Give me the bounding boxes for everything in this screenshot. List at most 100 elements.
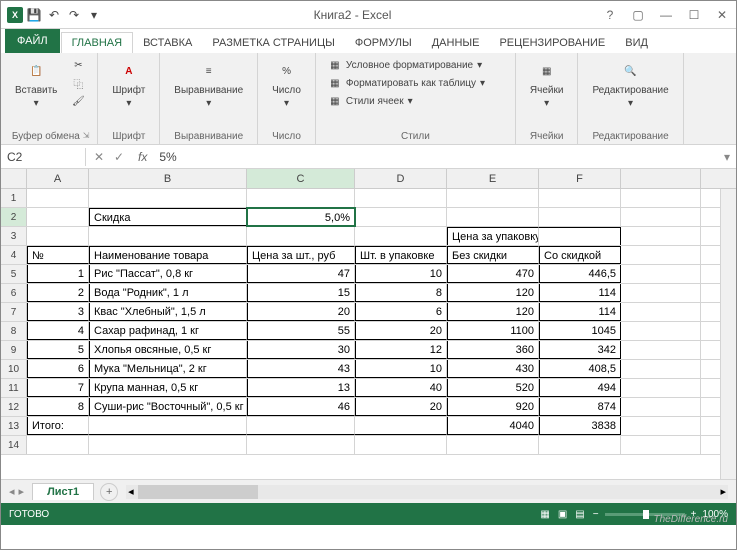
cell[interactable]: Со скидкой bbox=[539, 246, 621, 264]
cell[interactable]: Без скидки bbox=[447, 246, 539, 264]
col-header-f[interactable]: F bbox=[539, 169, 621, 188]
cell[interactable] bbox=[621, 246, 701, 264]
close-icon[interactable]: ✕ bbox=[708, 3, 736, 27]
cell[interactable] bbox=[89, 227, 247, 245]
cell[interactable] bbox=[621, 436, 701, 454]
cell[interactable]: Цена за шт., руб bbox=[247, 246, 355, 264]
cell[interactable] bbox=[621, 398, 701, 416]
view-layout-icon[interactable]: ▣ bbox=[558, 509, 567, 520]
cell[interactable]: Хлопья овсяные, 0,5 кг bbox=[89, 341, 247, 359]
format-as-table-button[interactable]: ▦Форматировать как таблицу ▾ bbox=[324, 75, 489, 91]
cell[interactable] bbox=[27, 189, 89, 207]
cell[interactable]: 342 bbox=[539, 341, 621, 359]
row-header[interactable]: 1 bbox=[1, 189, 27, 207]
cell[interactable]: 3 bbox=[27, 303, 89, 321]
cell[interactable] bbox=[621, 303, 701, 321]
col-header-c[interactable]: C bbox=[247, 169, 355, 188]
row-header[interactable]: 11 bbox=[1, 379, 27, 397]
col-header-blank[interactable] bbox=[621, 169, 701, 188]
cell[interactable]: 13 bbox=[247, 379, 355, 397]
cell[interactable]: 408,5 bbox=[539, 360, 621, 378]
cell[interactable]: 520 bbox=[447, 379, 539, 397]
cell[interactable]: 5,0% bbox=[247, 208, 355, 226]
cell[interactable] bbox=[355, 417, 447, 435]
font-button[interactable]: A Шрифт ▾ bbox=[106, 57, 151, 111]
sheet-tab[interactable]: Лист1 bbox=[32, 483, 94, 500]
accept-formula-icon[interactable]: ✓ bbox=[110, 150, 128, 164]
cell[interactable]: № bbox=[27, 246, 89, 264]
cell[interactable] bbox=[247, 417, 355, 435]
conditional-formatting-button[interactable]: ▦Условное форматирование ▾ bbox=[324, 57, 489, 73]
cell[interactable]: Скидка bbox=[89, 208, 247, 226]
cell[interactable]: 43 bbox=[247, 360, 355, 378]
row-header[interactable]: 2 bbox=[1, 208, 27, 226]
row-header[interactable]: 3 bbox=[1, 227, 27, 245]
cell[interactable] bbox=[539, 227, 621, 245]
cell[interactable]: 120 bbox=[447, 303, 539, 321]
cell[interactable]: 494 bbox=[539, 379, 621, 397]
row-header[interactable]: 5 bbox=[1, 265, 27, 283]
cell[interactable] bbox=[355, 227, 447, 245]
row-header[interactable]: 7 bbox=[1, 303, 27, 321]
col-header-b[interactable]: B bbox=[89, 169, 247, 188]
cell[interactable] bbox=[539, 208, 621, 226]
cell[interactable]: 6 bbox=[27, 360, 89, 378]
view-normal-icon[interactable]: ▦ bbox=[540, 509, 549, 520]
cell[interactable]: Наименование товара bbox=[89, 246, 247, 264]
cell[interactable]: 1100 bbox=[447, 322, 539, 340]
cell[interactable]: 120 bbox=[447, 284, 539, 302]
launcher-icon[interactable]: ⇲ bbox=[83, 131, 90, 140]
col-header-d[interactable]: D bbox=[355, 169, 447, 188]
editing-button[interactable]: 🔍 Редактирование ▾ bbox=[586, 57, 674, 111]
cell[interactable] bbox=[247, 436, 355, 454]
tab-formulas[interactable]: ФОРМУЛЫ bbox=[345, 33, 422, 53]
undo-icon[interactable]: ↶ bbox=[45, 6, 63, 24]
alignment-button[interactable]: ≡ Выравнивание ▾ bbox=[168, 57, 249, 111]
number-button[interactable]: % Число ▾ bbox=[266, 57, 307, 111]
cell[interactable] bbox=[447, 189, 539, 207]
cell[interactable]: Квас "Хлебный", 1,5 л bbox=[89, 303, 247, 321]
cells-button[interactable]: ▦ Ячейки ▾ bbox=[524, 57, 570, 111]
cell[interactable]: Итого: bbox=[27, 417, 89, 435]
cell[interactable] bbox=[621, 189, 701, 207]
cell[interactable]: 114 bbox=[539, 303, 621, 321]
cell[interactable] bbox=[621, 322, 701, 340]
cell[interactable] bbox=[89, 189, 247, 207]
zoom-out-icon[interactable]: − bbox=[593, 509, 599, 520]
formula-expand-icon[interactable]: ▾ bbox=[718, 150, 736, 164]
formula-input[interactable]: 5% bbox=[153, 148, 718, 166]
cell[interactable]: 20 bbox=[247, 303, 355, 321]
maximize-icon[interactable]: ☐ bbox=[680, 3, 708, 27]
vertical-scrollbar[interactable] bbox=[720, 189, 736, 479]
cell[interactable] bbox=[539, 189, 621, 207]
row-header[interactable]: 12 bbox=[1, 398, 27, 416]
cell[interactable]: Сахар рафинад, 1 кг bbox=[89, 322, 247, 340]
tab-insert[interactable]: ВСТАВКА bbox=[133, 33, 202, 53]
cell[interactable]: 4040 bbox=[447, 417, 539, 435]
add-sheet-button[interactable]: + bbox=[100, 483, 118, 501]
cell[interactable]: 8 bbox=[27, 398, 89, 416]
cell[interactable] bbox=[27, 227, 89, 245]
row-header[interactable]: 6 bbox=[1, 284, 27, 302]
cell[interactable]: 446,5 bbox=[539, 265, 621, 283]
help-icon[interactable]: ? bbox=[596, 3, 624, 27]
cell[interactable]: 4 bbox=[27, 322, 89, 340]
cell[interactable]: Вода "Родник", 1 л bbox=[89, 284, 247, 302]
minimize-icon[interactable]: — bbox=[652, 3, 680, 27]
cell[interactable] bbox=[89, 417, 247, 435]
tab-data[interactable]: ДАННЫЕ bbox=[422, 33, 490, 53]
cell[interactable]: 15 bbox=[247, 284, 355, 302]
cell[interactable]: 1 bbox=[27, 265, 89, 283]
sheet-nav-prev-icon[interactable]: ◂ bbox=[9, 485, 15, 498]
cell[interactable] bbox=[539, 436, 621, 454]
fx-icon[interactable]: fx bbox=[132, 150, 153, 164]
cell[interactable] bbox=[447, 208, 539, 226]
cell[interactable]: 12 bbox=[355, 341, 447, 359]
row-header[interactable]: 14 bbox=[1, 436, 27, 454]
cell[interactable]: 47 bbox=[247, 265, 355, 283]
cell[interactable]: Шт. в упаковке bbox=[355, 246, 447, 264]
row-header[interactable]: 10 bbox=[1, 360, 27, 378]
view-pagebreak-icon[interactable]: ▤ bbox=[575, 509, 584, 520]
cell[interactable]: 20 bbox=[355, 398, 447, 416]
cell[interactable]: Мука "Мельница", 2 кг bbox=[89, 360, 247, 378]
